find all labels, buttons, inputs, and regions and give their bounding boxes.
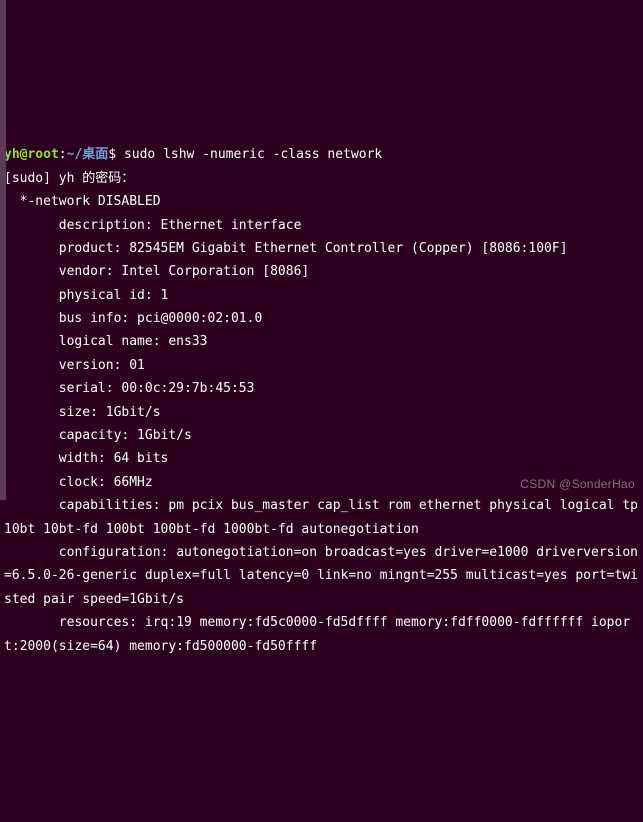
prompt-line: yh@root:~/桌面$ sudo lshw -numeric -class … [4,143,639,166]
left-edge-strip [0,0,6,500]
field-product: product: 82545EM Gigabit Ethernet Contro… [4,237,639,260]
field-resources: resources: irq:19 memory:fd5c0000-fd5dff… [4,615,630,653]
field-version: version: 01 [4,354,639,377]
terminal-output[interactable]: yh@root:~/桌面$ sudo lshw -numeric -class … [4,143,639,658]
prompt-user: yh [4,147,20,162]
field-serial: serial: 00:0c:29:7b:45:53 [4,377,639,400]
watermark-text: CSDN @SonderHao [520,474,635,496]
field-capabilities: capabilities: pm pcix bus_master cap_lis… [4,498,643,536]
field-description: description: Ethernet interface [4,214,639,237]
field-size: size: 1Gbit/s [4,401,639,424]
prompt-symbol: $ [108,147,124,162]
prompt-path: ~/桌面 [67,147,109,162]
field-bus-info: bus info: pci@0000:02:01.0 [4,307,639,330]
field-logical-name: logical name: ens33 [4,330,639,353]
field-vendor: vendor: Intel Corporation [8086] [4,260,639,283]
field-width: width: 64 bits [4,447,639,470]
sudo-prompt: [sudo] yh 的密码： [4,167,639,190]
network-header: *-network DISABLED [4,190,639,213]
prompt-host: root [27,147,58,162]
field-capacity: capacity: 1Gbit/s [4,424,639,447]
command-text: sudo lshw -numeric -class network [124,147,382,162]
field-physical-id: physical id: 1 [4,284,639,307]
field-configuration: configuration: autonegotiation=on broadc… [4,545,638,607]
prompt-colon: : [59,147,67,162]
